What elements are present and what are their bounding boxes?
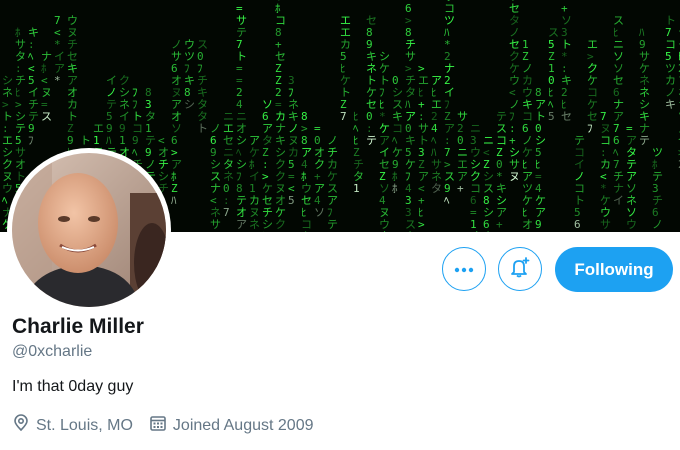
- svg-text:ﾌ: ﾌ: [587, 122, 593, 135]
- profile-meta: St. Louis, MO Joined August 2009: [12, 414, 329, 437]
- svg-text:オ: オ: [470, 230, 481, 232]
- svg-text:カ: カ: [405, 230, 416, 232]
- svg-text:タ: タ: [431, 182, 442, 195]
- profile-location: St. Louis, MO: [12, 414, 133, 437]
- following-button[interactable]: Following: [555, 247, 673, 292]
- profile-handle: @0xcharlie: [12, 343, 93, 360]
- svg-text:セ: セ: [561, 110, 572, 123]
- svg-text:ノ: ノ: [626, 230, 637, 232]
- svg-text:7: 7: [340, 110, 347, 123]
- svg-text:5: 5: [548, 110, 555, 123]
- notifications-button[interactable]: [498, 247, 542, 291]
- svg-text:カ: カ: [483, 230, 494, 232]
- calendar-icon: [149, 414, 173, 437]
- svg-text:ヌ: ヌ: [509, 170, 520, 183]
- svg-text:5: 5: [535, 230, 542, 232]
- joined-text: Joined August 2009: [172, 416, 314, 434]
- avatar[interactable]: [7, 148, 171, 312]
- svg-text:6: 6: [574, 218, 581, 231]
- svg-text:ト: ト: [197, 122, 208, 135]
- avatar-photo: [12, 153, 166, 307]
- svg-text:*: *: [54, 74, 61, 87]
- svg-text::: :: [522, 230, 529, 232]
- svg-text:ア: ア: [600, 230, 611, 232]
- svg-text:テ: テ: [639, 134, 650, 147]
- svg-text:7: 7: [210, 230, 217, 232]
- svg-text:ﾋ: ﾋ: [262, 230, 268, 232]
- svg-text::: :: [418, 230, 425, 232]
- location-pin-icon: [12, 414, 36, 437]
- following-label: Following: [574, 259, 654, 279]
- location-text: St. Louis, MO: [36, 416, 133, 434]
- bell-plus-icon: [509, 256, 531, 283]
- svg-text:キ: キ: [665, 98, 676, 111]
- svg-text:ﾌ: ﾌ: [28, 134, 34, 147]
- svg-text:ﾍ: ﾍ: [444, 194, 450, 207]
- svg-text:1: 1: [353, 182, 360, 195]
- svg-text:5: 5: [288, 194, 295, 207]
- svg-text:ア: ア: [236, 218, 247, 231]
- svg-text:8: 8: [496, 230, 503, 232]
- svg-text:7: 7: [223, 206, 230, 219]
- svg-text:ソ: ソ: [314, 206, 325, 219]
- svg-text:>: >: [327, 230, 334, 232]
- profile-bio: I'm that 0day guy: [12, 378, 134, 395]
- profile-joined: Joined August 2009: [149, 414, 314, 437]
- more-options-button[interactable]: [442, 247, 486, 291]
- svg-text:2: 2: [275, 230, 282, 232]
- svg-text:ス: ス: [41, 110, 52, 123]
- svg-text:1: 1: [249, 230, 256, 232]
- svg-text:イ: イ: [613, 194, 624, 207]
- svg-text:ネ: ネ: [379, 230, 390, 232]
- svg-text:テ: テ: [366, 134, 377, 147]
- svg-text:=: =: [652, 230, 659, 232]
- profile-name: Charlie Miller: [12, 315, 144, 338]
- svg-text:ﾊ: ﾊ: [171, 194, 177, 207]
- svg-text:シ: シ: [184, 98, 195, 111]
- svg-text:ﾎ: ﾎ: [392, 182, 398, 195]
- more-icon: [454, 260, 474, 278]
- svg-text:キ: キ: [301, 230, 312, 232]
- svg-text:+: +: [457, 182, 464, 195]
